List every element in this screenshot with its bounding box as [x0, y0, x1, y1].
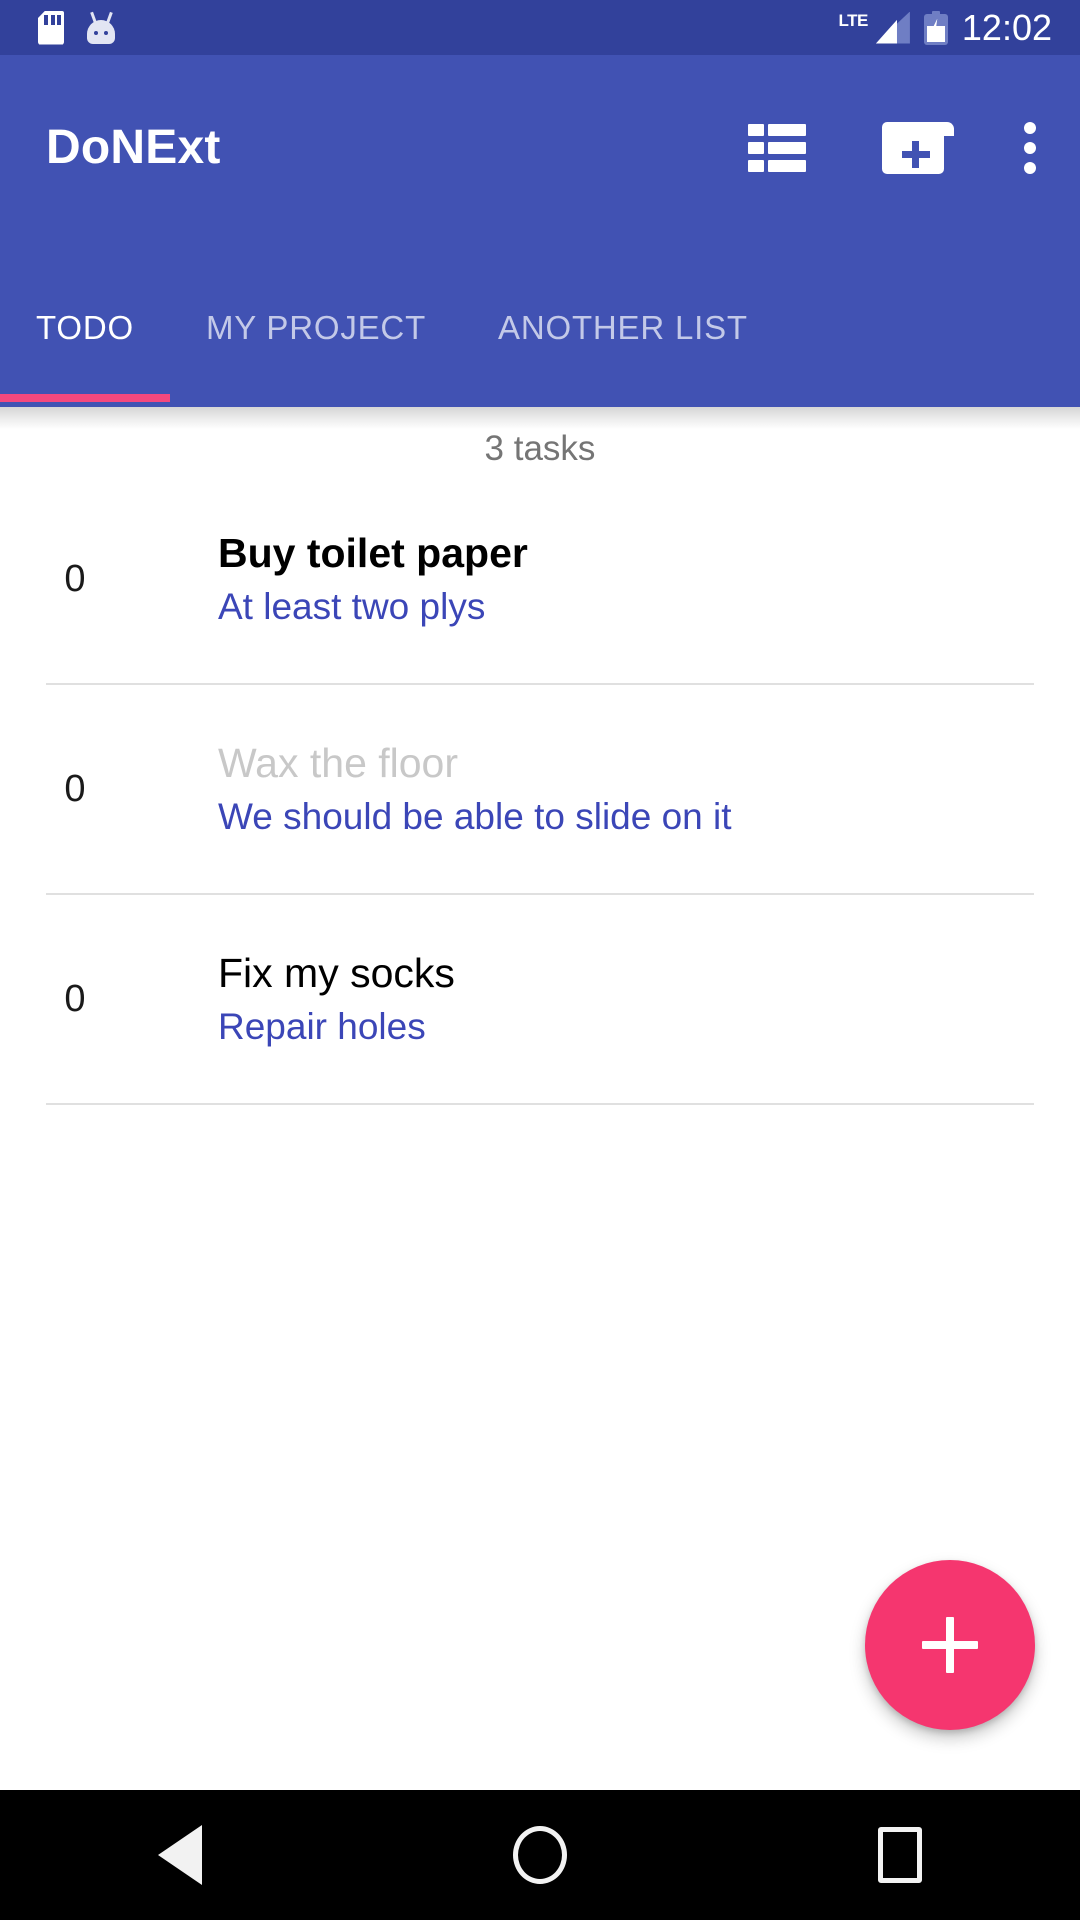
triangle-back-icon	[158, 1825, 202, 1885]
overflow-menu-button[interactable]	[1022, 121, 1038, 174]
sd-card-icon	[38, 10, 64, 45]
task-text-block: Wax the floor We should be able to slide…	[104, 739, 732, 837]
task-count-label: 3 tasks	[484, 429, 596, 468]
square-recents-icon	[878, 1827, 922, 1883]
task-note: Repair holes	[218, 1005, 426, 1047]
overflow-menu-icon	[1022, 121, 1038, 174]
task-text-block: Fix my socks Repair holes	[104, 949, 455, 1047]
tab-my-project-label: MY PROJECT	[205, 309, 427, 346]
task-title: Buy toilet paper	[218, 529, 528, 576]
list-view-icon	[748, 123, 806, 172]
signal-strength-icon	[875, 11, 910, 44]
status-bar: LTE 12:02	[0, 0, 1080, 55]
lte-label: LTE	[838, 10, 869, 30]
app-bar: DoNExt TODO MY PROJECT ANOTHER LIST	[0, 55, 1080, 407]
app-bar-top-row: DoNExt	[0, 55, 1080, 240]
tab-todo[interactable]: TODO	[0, 278, 170, 402]
new-folder-icon	[882, 121, 954, 174]
nav-recents-button[interactable]	[820, 1790, 980, 1920]
android-head-icon	[84, 11, 118, 44]
list-divider	[46, 1103, 1034, 1105]
tab-todo-label: TODO	[36, 309, 134, 346]
tab-another-list[interactable]: ANOTHER LIST	[462, 278, 784, 378]
status-bar-clock: 12:02	[961, 6, 1052, 48]
task-badge: 0	[64, 977, 86, 1020]
task-note: At least two plys	[218, 585, 486, 627]
table-row[interactable]: 0 Fix my socks Repair holes	[0, 895, 1080, 1103]
plus-icon-vertical	[946, 1617, 954, 1673]
battery-charging-icon	[923, 10, 948, 45]
task-badge: 0	[64, 557, 86, 600]
task-title: Wax the floor	[218, 739, 459, 786]
table-row[interactable]: 0 Wax the floor We should be able to sli…	[0, 685, 1080, 893]
app-screen: LTE 12:02 DoNExt TODO MY PROJECT ANOTHER…	[0, 0, 1080, 1920]
nav-back-button[interactable]	[100, 1790, 260, 1920]
table-row[interactable]: 0 Buy toilet paper At least two plys	[0, 475, 1080, 683]
status-bar-left-icons	[0, 10, 118, 45]
list-view-button[interactable]	[748, 123, 806, 172]
app-title: DoNExt	[46, 121, 221, 174]
task-title: Fix my socks	[218, 949, 455, 996]
android-navigation-bar	[0, 1790, 1080, 1920]
tab-bar: TODO MY PROJECT ANOTHER LIST	[0, 240, 1080, 407]
task-badge: 0	[64, 767, 86, 810]
circle-home-icon	[513, 1826, 567, 1884]
tab-my-project[interactable]: MY PROJECT	[170, 278, 462, 378]
nav-home-button[interactable]	[460, 1790, 620, 1920]
add-task-fab[interactable]	[865, 1560, 1035, 1730]
task-note: We should be able to slide on it	[218, 795, 732, 837]
status-bar-right-icons: LTE 12:02	[839, 7, 1080, 49]
app-bar-actions	[748, 121, 1080, 174]
new-folder-button[interactable]	[882, 121, 954, 174]
tab-another-list-label: ANOTHER LIST	[498, 309, 748, 346]
task-text-block: Buy toilet paper At least two plys	[104, 529, 528, 627]
